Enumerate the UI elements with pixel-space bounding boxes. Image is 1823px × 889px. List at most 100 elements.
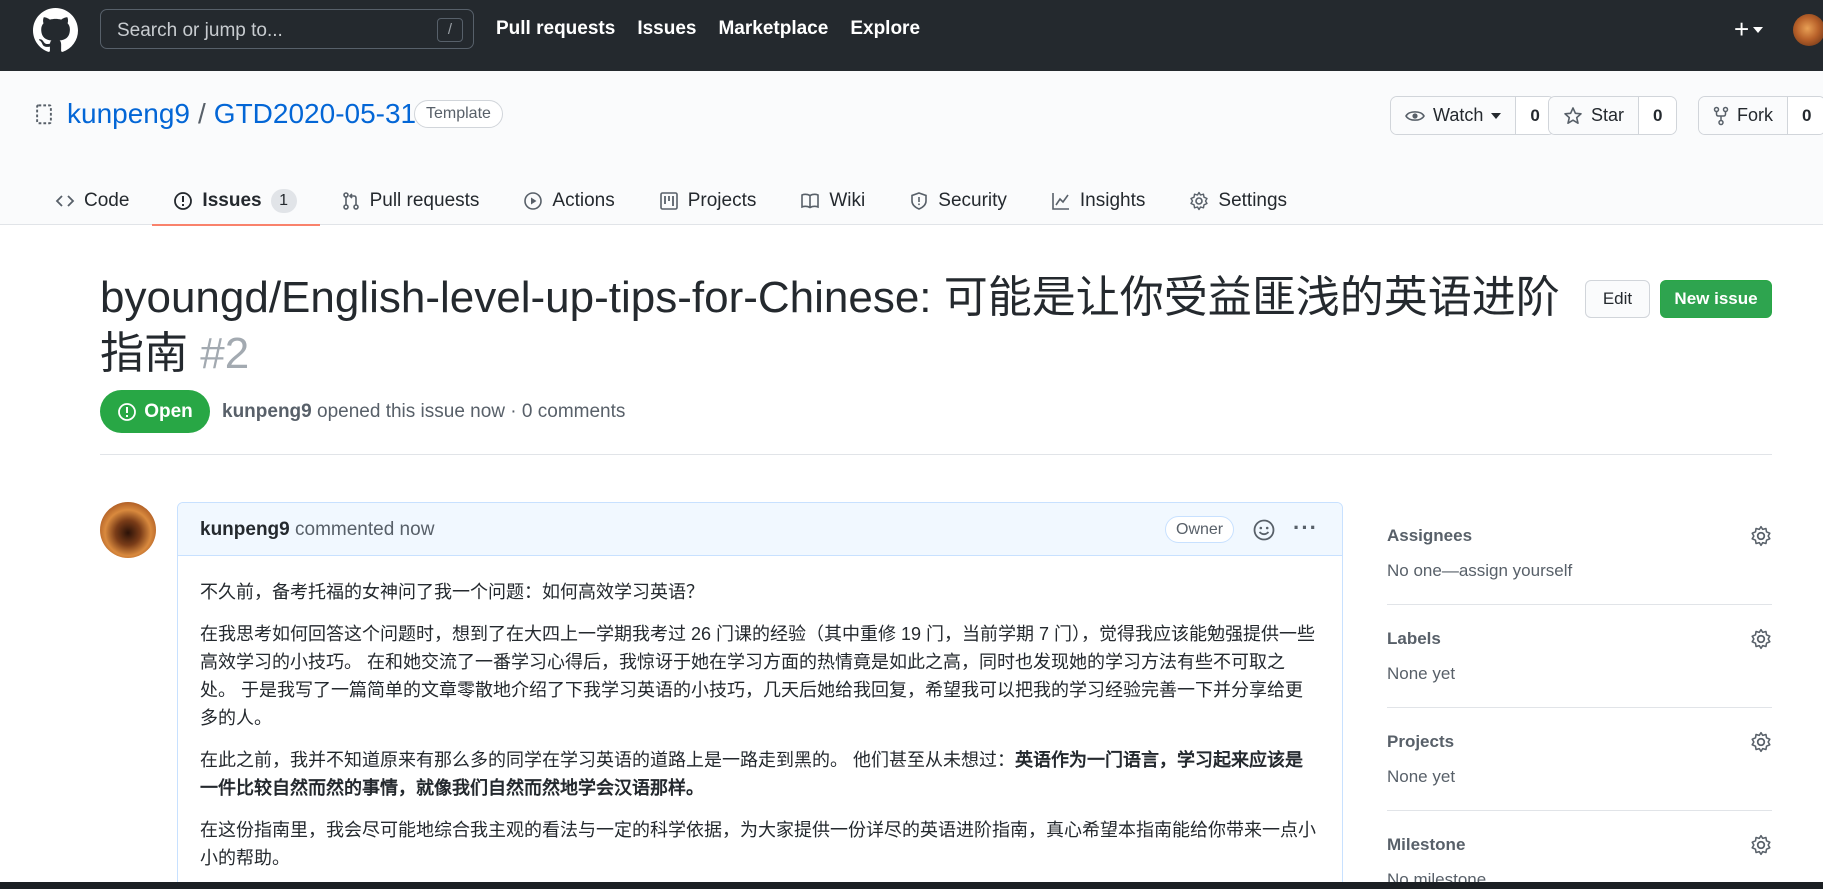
tab-issues[interactable]: Issues 1: [152, 176, 320, 226]
issue-sidebar: Assignees No one—assign yourself Labels …: [1387, 502, 1772, 889]
repo-title: kunpeng9 / GTD2020-05-31: [67, 98, 416, 130]
issue-title-text: byoungd/English-level-up-tips-for-Chines…: [100, 273, 1560, 378]
caret-down-icon: [1753, 27, 1764, 33]
issue-state-label: Open: [144, 400, 193, 422]
watch-button-group: Watch 0: [1390, 96, 1555, 135]
template-badge: Template: [414, 100, 503, 128]
star-icon: [1564, 106, 1582, 124]
smiley-icon[interactable]: [1252, 518, 1276, 542]
caret-down-icon: [1491, 112, 1502, 119]
tab-security-label: Security: [938, 189, 1007, 211]
sidebar-value[interactable]: No one—assign yourself: [1387, 561, 1572, 581]
play-icon: [524, 191, 543, 210]
create-new-menu[interactable]: +: [1734, 14, 1764, 44]
issue-number: #2: [200, 329, 250, 378]
graph-icon: [1052, 192, 1069, 210]
new-issue-button[interactable]: New issue: [1660, 280, 1772, 318]
comment-time[interactable]: commented now: [290, 519, 434, 540]
tab-insights[interactable]: Insights: [1051, 176, 1165, 225]
tab-insights-label: Insights: [1079, 189, 1146, 211]
watch-button[interactable]: Watch: [1391, 97, 1517, 134]
comment-header: kunpeng9 commented now Owner ···: [178, 503, 1342, 556]
github-logo-icon[interactable]: [33, 8, 78, 53]
pull-request-icon: [342, 191, 359, 210]
star-button[interactable]: Star: [1549, 97, 1640, 134]
gear-icon[interactable]: [1750, 731, 1772, 753]
fork-icon: [1713, 106, 1729, 125]
more-options-button[interactable]: ···: [1293, 517, 1318, 539]
search-input[interactable]: Search or jump to... /: [100, 9, 474, 49]
comment-author-avatar[interactable]: [100, 502, 156, 558]
comment-body: 不久前，备考托福的女神问了我一个问题：如何高效学习英语？ 在我思考如何回答这个问…: [178, 556, 1342, 872]
sidebar-labels: Labels None yet: [1387, 605, 1772, 708]
sidebar-heading: Labels: [1387, 629, 1441, 648]
repo-name-link[interactable]: GTD2020-05-31: [214, 98, 416, 130]
plus-icon: +: [1734, 14, 1750, 44]
edit-button[interactable]: Edit: [1585, 280, 1650, 318]
star-count[interactable]: 0: [1639, 97, 1677, 134]
taskbar-edge: [0, 882, 1823, 889]
comment-paragraph: 在这份指南里，我会尽可能地综合我主观的看法与一定的科学依据，为大家提供一份详尽的…: [200, 820, 1316, 868]
sidebar-value: None yet: [1387, 664, 1456, 683]
code-icon: [55, 194, 75, 207]
issue-opened-icon: [118, 402, 137, 421]
user-avatar[interactable]: [1793, 14, 1823, 46]
tab-actions[interactable]: Actions: [523, 176, 634, 225]
sidebar-projects: Projects None yet: [1387, 708, 1772, 811]
header-divider: [100, 454, 1772, 455]
global-nav: Pull requests Issues Marketplace Explore: [496, 18, 920, 40]
star-button-group: Star 0: [1548, 96, 1678, 135]
issue-state-badge: Open: [100, 390, 210, 433]
issue-comment: kunpeng9 commented now Owner ··· 不久前，备考托…: [177, 502, 1343, 889]
nav-issues[interactable]: Issues: [637, 18, 696, 40]
tab-code-label: Code: [84, 189, 130, 211]
tab-settings[interactable]: Settings: [1189, 176, 1307, 225]
gear-icon[interactable]: [1750, 525, 1772, 547]
book-icon: [801, 193, 820, 208]
comment-author-link[interactable]: kunpeng9: [200, 519, 290, 540]
eye-icon: [1405, 110, 1425, 121]
comment-paragraph: 在此之前，我并不知道原来有那么多的同学在学习英语的道路上是一路走到黑的。 他们甚…: [200, 746, 1320, 802]
issue-meta-text: opened this issue now · 0 comments: [311, 401, 626, 422]
tab-settings-label: Settings: [1218, 189, 1288, 211]
gear-icon[interactable]: [1750, 628, 1772, 650]
watch-label: Watch: [1433, 105, 1484, 125]
tab-pull-requests[interactable]: Pull requests: [341, 176, 500, 225]
tab-pull-requests-label: Pull requests: [369, 189, 480, 211]
gear-icon[interactable]: [1750, 834, 1772, 856]
tab-wiki[interactable]: Wiki: [800, 176, 885, 225]
repo-tabs: Code Issues 1 Pull requests Actions Proj…: [55, 176, 1331, 226]
nav-explore[interactable]: Explore: [850, 18, 920, 40]
sidebar-heading: Projects: [1387, 732, 1455, 751]
fork-count[interactable]: 0: [1788, 97, 1823, 134]
tab-wiki-label: Wiki: [829, 189, 866, 211]
shield-icon: [911, 191, 928, 210]
issue-author-link[interactable]: kunpeng9: [222, 401, 312, 422]
tab-issues-label: Issues: [202, 189, 262, 211]
nav-marketplace[interactable]: Marketplace: [718, 18, 828, 40]
repo-owner-link[interactable]: kunpeng9: [67, 98, 190, 130]
sidebar-heading: Milestone: [1387, 835, 1466, 854]
issues-count-badge: 1: [270, 188, 297, 213]
global-header: Search or jump to... / Pull requests Iss…: [0, 0, 1823, 71]
comment-text: 在此之前，我并不知道原来有那么多的同学在学习英语的道路上是一路走到黑的。 他们甚…: [200, 750, 1015, 770]
comment-paragraph: 在我思考如何回答这个问题时，想到了在大四上一学期我考过 26 门课的经验（其中重…: [200, 624, 1316, 728]
issue-title: byoungd/English-level-up-tips-for-Chines…: [100, 270, 1580, 382]
tab-projects[interactable]: Projects: [659, 176, 777, 225]
tab-security[interactable]: Security: [909, 176, 1027, 225]
tab-actions-label: Actions: [552, 189, 615, 211]
tab-projects-label: Projects: [687, 189, 757, 211]
repo-separator: /: [198, 98, 206, 129]
tab-code[interactable]: Code: [55, 176, 149, 225]
star-label: Star: [1591, 105, 1625, 125]
gear-icon: [1190, 191, 1209, 210]
sidebar-milestone: Milestone No milestone: [1387, 811, 1772, 889]
comment-author-line: kunpeng9 commented now: [200, 519, 434, 541]
fork-label: Fork: [1737, 105, 1773, 125]
project-icon: [659, 191, 678, 210]
sidebar-heading: Assignees: [1387, 526, 1473, 545]
issue-meta: kunpeng9 opened this issue now · 0 comme…: [222, 401, 625, 423]
nav-pull-requests[interactable]: Pull requests: [496, 18, 615, 40]
comment-paragraph: 不久前，备考托福的女神问了我一个问题：如何高效学习英语？: [200, 582, 704, 602]
fork-button[interactable]: Fork: [1699, 97, 1788, 134]
